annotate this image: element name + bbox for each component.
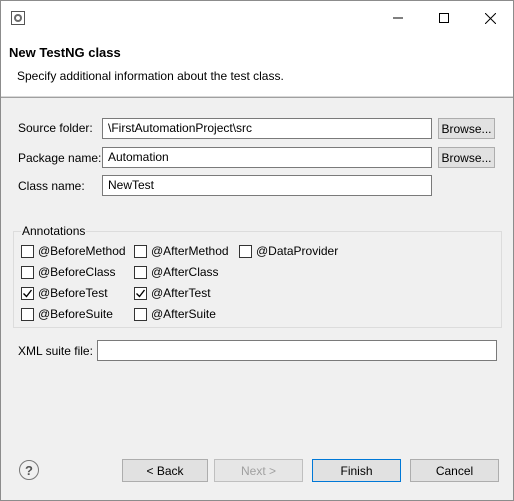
- checkbox-box[interactable]: [21, 244, 34, 258]
- wizard-title: New TestNG class: [9, 45, 121, 60]
- checkbox-before-test[interactable]: @BeforeTest: [21, 286, 108, 300]
- checkbox-label: @AfterClass: [151, 265, 219, 279]
- package-name-input[interactable]: Automation: [102, 147, 432, 168]
- maximize-button[interactable]: [421, 1, 467, 35]
- next-button[interactable]: Next >: [214, 459, 303, 482]
- checkbox-label: @AfterTest: [151, 286, 211, 300]
- dialog-window: New TestNG class Specify additional info…: [0, 0, 514, 501]
- help-icon: ?: [25, 462, 33, 478]
- source-folder-browse-button[interactable]: Browse...: [438, 118, 495, 139]
- wizard-header: New TestNG class Specify additional info…: [1, 35, 513, 97]
- checkbox-label: @BeforeSuite: [38, 307, 113, 321]
- source-folder-input[interactable]: \FirstAutomationProject\src: [102, 118, 432, 139]
- checkbox-label: @BeforeClass: [38, 265, 116, 279]
- xml-suite-file-label: XML suite file:: [18, 344, 93, 358]
- wizard-description: Specify additional information about the…: [17, 69, 284, 83]
- checkbox-label: @AfterMethod: [151, 244, 229, 258]
- checkbox-before-class[interactable]: @BeforeClass: [21, 265, 116, 279]
- title-bar: [1, 1, 513, 35]
- maximize-icon: [439, 13, 449, 23]
- checkbox-box[interactable]: [134, 265, 147, 279]
- checkbox-label: @AfterSuite: [151, 307, 216, 321]
- package-name-browse-button[interactable]: Browse...: [438, 147, 495, 168]
- checkbox-box[interactable]: [239, 244, 252, 258]
- checkbox-label: @BeforeMethod: [38, 244, 126, 258]
- checkbox-box[interactable]: [21, 307, 34, 321]
- checkbox-after-test[interactable]: @AfterTest: [134, 286, 211, 300]
- minimize-button[interactable]: [375, 1, 421, 35]
- checkbox-label: @DataProvider: [256, 244, 339, 258]
- source-folder-label: Source folder:: [18, 121, 93, 135]
- annotations-group-title: Annotations: [21, 224, 87, 238]
- header-divider: [1, 97, 513, 98]
- minimize-icon: [393, 17, 403, 19]
- checkbox-before-suite[interactable]: @BeforeSuite: [21, 307, 113, 321]
- checkbox-after-method[interactable]: @AfterMethod: [134, 244, 229, 258]
- checkbox-box[interactable]: [134, 286, 147, 300]
- help-button[interactable]: ?: [19, 460, 39, 480]
- checkbox-box[interactable]: [134, 244, 147, 258]
- package-name-label: Package name:: [18, 151, 102, 165]
- checkbox-box[interactable]: [21, 265, 34, 279]
- checkbox-label: @BeforeTest: [38, 286, 108, 300]
- class-name-label: Class name:: [18, 179, 85, 193]
- checkbox-box[interactable]: [134, 307, 147, 321]
- checkmark-icon: [136, 289, 146, 298]
- checkbox-before-method[interactable]: @BeforeMethod: [21, 244, 126, 258]
- back-button[interactable]: < Back: [122, 459, 208, 482]
- finish-button[interactable]: Finish: [312, 459, 401, 482]
- close-icon: [484, 12, 496, 24]
- checkbox-box[interactable]: [21, 286, 34, 300]
- checkbox-after-class[interactable]: @AfterClass: [134, 265, 219, 279]
- cancel-button[interactable]: Cancel: [410, 459, 499, 482]
- checkbox-data-provider[interactable]: @DataProvider: [239, 244, 338, 258]
- checkmark-icon: [23, 289, 33, 298]
- xml-suite-file-input[interactable]: [97, 340, 497, 361]
- close-button[interactable]: [467, 1, 513, 35]
- class-name-input[interactable]: NewTest: [102, 175, 432, 196]
- checkbox-after-suite[interactable]: @AfterSuite: [134, 307, 216, 321]
- eclipse-app-icon: [11, 11, 25, 25]
